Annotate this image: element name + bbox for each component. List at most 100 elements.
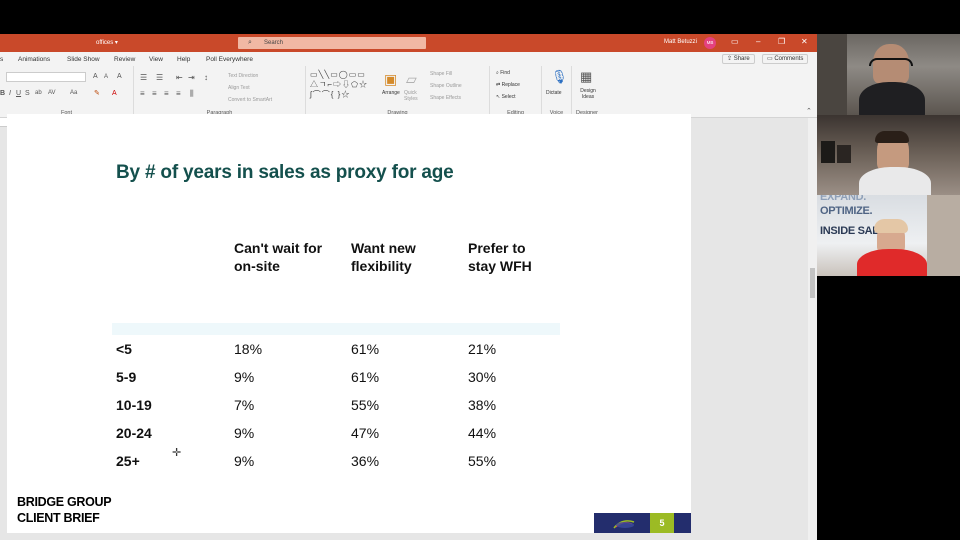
close-icon[interactable]: ✕ — [801, 37, 808, 46]
shape-outline-button[interactable]: Shape Outline — [430, 83, 462, 89]
align-left-icon[interactable]: ≡ — [140, 90, 145, 98]
participant-body — [859, 82, 925, 115]
find-button[interactable]: ⌕ Find — [496, 70, 510, 76]
avatar[interactable]: MB — [704, 37, 716, 49]
user-name[interactable]: Matt Betuzzi — [664, 39, 697, 45]
table-cell: 30% — [468, 369, 497, 385]
font-color-icon[interactable]: A — [112, 90, 117, 97]
highlight-icon[interactable]: ✎ — [94, 90, 100, 97]
shape-fill-button[interactable]: Shape Fill — [430, 71, 452, 77]
video-background — [927, 195, 960, 276]
footer-line: CLIENT BRIEF — [17, 511, 100, 525]
arrange-icon[interactable]: ▣ — [384, 72, 397, 86]
video-background — [817, 34, 847, 115]
line-spacing-icon[interactable]: ↕ — [204, 74, 208, 82]
table-header-band — [112, 323, 560, 335]
arrange-button[interactable]: Arrange — [382, 90, 400, 96]
font-name-select[interactable] — [6, 72, 86, 82]
tab-help[interactable]: Help — [177, 56, 190, 63]
increase-indent-icon[interactable]: ⇥ — [188, 74, 195, 82]
bold-icon[interactable]: B — [0, 90, 5, 97]
spacing-icon[interactable]: AV — [48, 90, 56, 96]
char-spacing-icon[interactable]: ab — [35, 90, 42, 96]
share-button[interactable]: ⇪ Share — [722, 54, 755, 64]
footer-line: BRIDGE GROUP — [17, 495, 112, 509]
table-cell: 47% — [351, 425, 380, 441]
slide[interactable]: By # of years in sales as proxy for age … — [7, 114, 691, 533]
replace-button[interactable]: ⇄ Replace — [496, 82, 520, 88]
text-direction-button[interactable]: Text Direction — [228, 73, 258, 79]
design-ideas-icon[interactable]: ▦ — [580, 70, 592, 83]
row-label: 20-24 — [116, 425, 152, 441]
tab-view[interactable]: View — [149, 56, 163, 63]
increase-font-icon[interactable]: A — [93, 73, 98, 80]
quick-styles-button[interactable]: Quick Styles — [404, 90, 422, 102]
dictate-button[interactable]: Dictate — [546, 90, 562, 96]
minimize-icon[interactable]: – — [756, 37, 760, 46]
video-tile-3[interactable]: EXPAND. OPTIMIZE. INSIDE SALES — [817, 195, 960, 276]
tab-animations[interactable]: Animations — [18, 56, 50, 63]
search-placeholder: Search — [264, 40, 284, 46]
column-header-wfh: Prefer to stay WFH — [468, 239, 532, 275]
bullets-icon[interactable]: ☰ — [140, 74, 147, 82]
convert-smartart-button[interactable]: Convert to SmartArt — [228, 97, 272, 103]
restore-icon[interactable]: ❐ — [778, 37, 785, 46]
comments-button[interactable]: ▭ Comments — [762, 54, 809, 64]
column-header-flexibility: Want new flexibility — [351, 239, 416, 275]
microphone-icon[interactable]: 🎙 — [551, 70, 568, 83]
search-box[interactable]: ⌕ Search — [238, 37, 426, 49]
decrease-indent-icon[interactable]: ⇤ — [176, 74, 183, 82]
table-cell: 9% — [234, 453, 255, 469]
ribbon-display-icon[interactable]: ▭ — [731, 37, 739, 46]
tab-slide-show[interactable]: Slide Show — [67, 56, 100, 63]
underline-icon[interactable]: U — [16, 90, 21, 97]
table-cell: 61% — [351, 369, 380, 385]
editing-group: ⌕ Find ⇄ Replace ↖ Select Editing — [490, 66, 542, 118]
table-cell: 7% — [234, 397, 255, 413]
share-icon: ⇪ — [727, 56, 734, 62]
drawing-group: ▭╲╲▭◯▭▭ △ㄱ⌐⇨⇩⬠☆ ʃ⌒⌒{ }☆ ▣ Arrange ▱ Quick … — [306, 66, 490, 118]
search-icon: ⌕ — [248, 39, 252, 46]
table-cell: 61% — [351, 341, 380, 357]
select-button[interactable]: ↖ Select — [496, 94, 516, 100]
header-line: Can't wait for — [234, 240, 323, 256]
table-cell: 21% — [468, 341, 497, 357]
ribbon: A A A B I U S ab AV Aa ✎ A Font ☰ ☰ ⇤ ⇥ … — [0, 66, 817, 118]
strikethrough-icon[interactable]: S — [25, 90, 30, 97]
vertical-scrollbar[interactable] — [808, 118, 817, 540]
paragraph-group: ☰ ☰ ⇤ ⇥ ↕ ≡ ≡ ≡ ≡ ⫼ Text Direction Align… — [134, 66, 306, 118]
columns-icon[interactable]: ⫼ — [190, 90, 194, 98]
shapes-gallery[interactable]: ▭╲╲▭◯▭▭ △ㄱ⌐⇨⇩⬠☆ ʃ⌒⌒{ }☆ — [310, 70, 380, 100]
voice-group: 🎙 Dictate Voice — [542, 66, 572, 118]
document-title[interactable]: offices ▾ — [96, 39, 118, 46]
clear-format-icon[interactable]: A — [117, 73, 122, 80]
tab-partial[interactable]: s — [0, 56, 3, 63]
italic-icon[interactable]: I — [9, 90, 11, 97]
tab-poll-everywhere[interactable]: Poll Everywhere — [206, 56, 253, 63]
designer-group: ▦ Design Ideas Designer — [572, 66, 602, 118]
video-tile-1[interactable] — [817, 34, 960, 115]
table-cell: 36% — [351, 453, 380, 469]
quick-styles-icon[interactable]: ▱ — [406, 72, 417, 86]
shape-effects-button[interactable]: Shape Effects — [430, 95, 461, 101]
align-center-icon[interactable]: ≡ — [152, 90, 157, 98]
row-label: 25+ — [116, 453, 140, 469]
table-cell: 38% — [468, 397, 497, 413]
align-text-button[interactable]: Align Text — [228, 85, 250, 91]
logo-swoosh-icon — [594, 513, 650, 533]
select-label: Select — [501, 94, 516, 100]
decrease-font-icon[interactable]: A — [104, 74, 108, 80]
comments-label: Comments — [774, 56, 804, 62]
video-tile-2[interactable] — [817, 115, 960, 195]
align-right-icon[interactable]: ≡ — [164, 90, 169, 98]
page-number: 5 — [650, 513, 674, 533]
design-ideas-button[interactable]: Design Ideas — [576, 88, 600, 100]
scrollbar-thumb[interactable] — [810, 268, 815, 298]
change-case-icon[interactable]: Aa — [70, 90, 77, 96]
numbering-icon[interactable]: ☰ — [156, 74, 163, 82]
tab-review[interactable]: Review — [114, 56, 135, 63]
justify-icon[interactable]: ≡ — [176, 90, 181, 98]
collapse-ribbon-icon[interactable]: ⌃ — [806, 108, 812, 115]
banner-text: EXPAND. — [820, 195, 866, 203]
font-group: A A A B I U S ab AV Aa ✎ A Font — [0, 66, 134, 118]
